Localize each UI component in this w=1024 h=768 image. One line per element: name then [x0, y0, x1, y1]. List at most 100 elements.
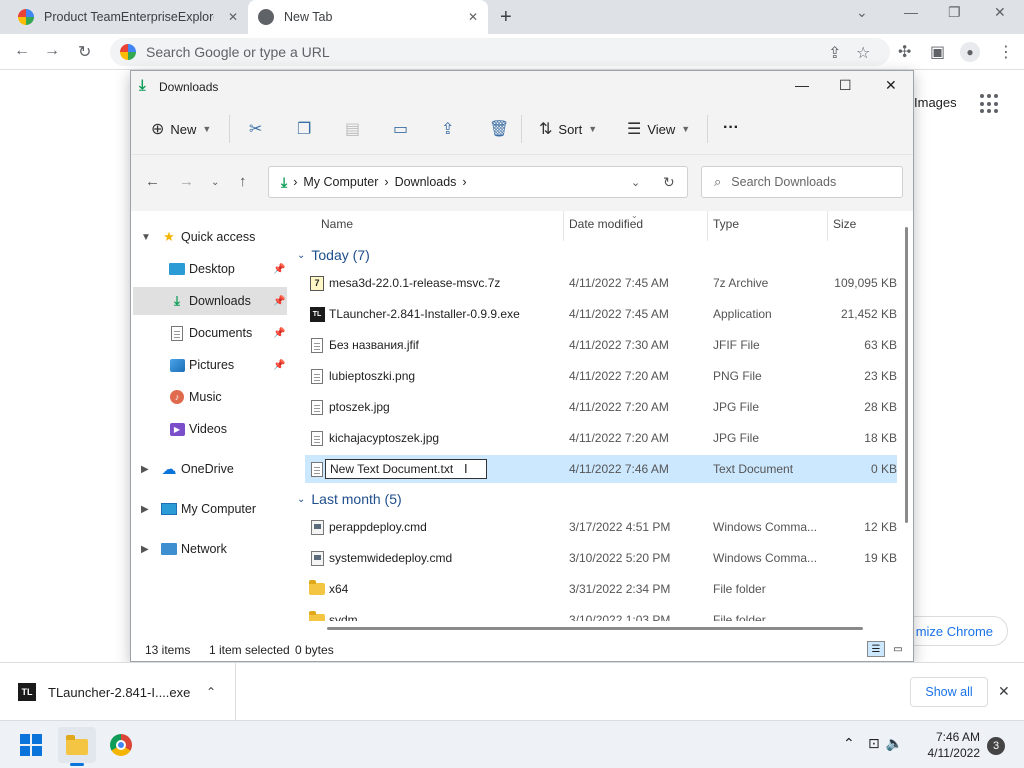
scrollbar-thumb[interactable] [905, 227, 908, 523]
column-divider[interactable] [563, 211, 564, 241]
new-button[interactable]: ⊕ New ▼ [151, 119, 211, 139]
chevron-up-icon[interactable]: ⌃ [843, 735, 855, 752]
delete-button[interactable]: 🗑 [489, 119, 515, 139]
search-input[interactable]: ⌕ Search Downloads [701, 166, 903, 198]
minimize-icon[interactable]: — [904, 4, 918, 20]
extensions-puzzle-icon[interactable]: ✣ [898, 42, 911, 62]
windows-start-icon[interactable] [20, 734, 42, 756]
clock[interactable]: 7:46 AM 4/11/2022 [918, 729, 981, 761]
breadcrumb-separator-icon: › [384, 175, 389, 189]
group-header-last-month[interactable]: ⌄ Last month (5) [297, 491, 402, 507]
file-type: Application [713, 307, 772, 321]
pin-icon[interactable]: 📌 [273, 296, 285, 307]
table-row[interactable]: Без названия.jfif 4/11/2022 7:30 AM JFIF… [305, 331, 897, 359]
sidebar-item-downloads[interactable]: ⤓ Downloads 📌 [133, 287, 287, 315]
more-options-button[interactable]: ··· [723, 119, 739, 137]
horizontal-scrollbar[interactable] [291, 621, 901, 635]
pin-icon[interactable]: 📌 [273, 360, 285, 371]
sidebar-item-my-computer[interactable]: ▶ My Computer [133, 495, 287, 523]
address-bar[interactable]: ⤓ › My Computer › Downloads › ⌄ ↻ [268, 166, 688, 198]
bookmark-star-icon[interactable]: ☆ [856, 43, 870, 63]
cut-button[interactable]: ✂ [249, 119, 268, 139]
chevron-down-icon[interactable]: ⌄ [856, 4, 868, 21]
show-all-button[interactable]: Show all [910, 677, 988, 707]
recent-locations-chevron-icon[interactable]: ⌄ [211, 177, 219, 188]
table-row[interactable]: x64 3/31/2022 2:34 PM File folder [305, 575, 897, 603]
view-button[interactable]: ☰ View ▼ [627, 119, 690, 139]
close-tab-icon[interactable]: ✕ [228, 10, 238, 24]
apps-grid-icon[interactable] [980, 94, 1000, 114]
details-view-icon[interactable]: ☰ [867, 641, 885, 657]
images-link[interactable]: Images [914, 95, 957, 110]
network-icon[interactable]: ⊡ [868, 735, 886, 751]
up-arrow-icon[interactable]: ↑ [239, 173, 247, 190]
group-header-today[interactable]: ⌄ Today (7) [297, 247, 370, 263]
rename-button[interactable]: ▭ [393, 119, 414, 139]
chevron-up-icon[interactable]: ⌃ [206, 685, 216, 699]
address-dropdown-icon[interactable]: ⌄ [631, 176, 640, 189]
menu-dots-icon[interactable]: ⋮ [998, 42, 1014, 62]
sidebar-item-desktop[interactable]: Desktop 📌 [133, 255, 287, 283]
table-row[interactable]: perappdeploy.cmd 3/17/2022 4:51 PM Windo… [305, 513, 897, 541]
column-header-type[interactable]: Type [713, 217, 739, 231]
large-icons-view-icon[interactable]: ▭ [889, 641, 907, 657]
close-tab-icon[interactable]: ✕ [468, 10, 478, 24]
maximize-icon[interactable]: ☐ [839, 77, 852, 94]
download-item[interactable]: TL TLauncher-2.841-I....exe ⌃ [0, 663, 236, 721]
customize-chrome-button[interactable]: mize Chrome [898, 616, 1008, 646]
share-button[interactable]: ⇪ [441, 119, 460, 139]
close-window-icon[interactable]: ✕ [994, 4, 1006, 21]
sidebar-item-quick-access[interactable]: ▼ ★ Quick access [133, 223, 287, 251]
table-row[interactable]: lubieptoszki.png 4/11/2022 7:20 AM PNG F… [305, 362, 897, 390]
table-row[interactable]: 7 mesa3d-22.0.1-release-msvc.7z 4/11/202… [305, 269, 897, 297]
table-row[interactable]: systemwidedeploy.cmd 3/10/2022 5:20 PM W… [305, 544, 897, 572]
new-tab-button[interactable]: + [500, 6, 512, 29]
share-icon[interactable]: ⇪ [828, 43, 841, 63]
notification-badge[interactable]: 3 [987, 737, 1005, 755]
forward-arrow-icon[interactable]: → [44, 42, 60, 60]
sidebar-item-onedrive[interactable]: ▶ ☁ OneDrive [133, 455, 287, 483]
column-header-name[interactable]: Name [321, 217, 353, 231]
copy-button[interactable]: ❐ [297, 119, 317, 139]
sidebar-item-videos[interactable]: ▶ Videos [133, 415, 287, 443]
pin-icon[interactable]: 📌 [273, 328, 285, 339]
minimize-icon[interactable]: — [795, 77, 809, 93]
chrome-icon[interactable] [110, 734, 132, 756]
pin-icon[interactable]: 📌 [273, 264, 285, 275]
sidebar-item-network[interactable]: ▶ Network [133, 535, 287, 563]
sort-button[interactable]: ⇅ Sort ▼ [539, 119, 597, 139]
column-header-date[interactable]: Date modified [569, 217, 643, 231]
back-arrow-icon[interactable]: ← [14, 42, 30, 60]
scrollbar-thumb[interactable] [327, 627, 863, 630]
side-panel-icon[interactable]: ▣ [930, 42, 945, 62]
reload-icon[interactable]: ↻ [78, 42, 91, 62]
sidebar-item-documents[interactable]: Documents 📌 [133, 319, 287, 347]
rename-input[interactable]: New Text Document.txt I [325, 459, 487, 479]
breadcrumb-my-computer[interactable]: My Computer [303, 175, 378, 189]
column-header-size[interactable]: Size [833, 217, 856, 231]
restore-icon[interactable]: ❐ [948, 4, 961, 21]
back-arrow-icon[interactable]: ← [145, 173, 160, 190]
taskbar-file-explorer[interactable] [58, 727, 96, 763]
tab-product-team[interactable]: Product TeamEnterpriseExplore M ✕ [8, 0, 248, 34]
item-count: 13 items [145, 643, 191, 657]
omnibox[interactable]: Search Google or type a URL ⇪ ☆ [110, 38, 890, 66]
vertical-scrollbar[interactable] [902, 211, 912, 621]
sidebar-item-pictures[interactable]: Pictures 📌 [133, 351, 287, 379]
column-divider[interactable] [707, 211, 708, 241]
speaker-icon[interactable]: 🔈 [886, 735, 909, 751]
table-row[interactable]: TL TLauncher-2.841-Installer-0.9.9.exe 4… [305, 300, 897, 328]
breadcrumb-downloads[interactable]: Downloads [395, 175, 457, 189]
table-row[interactable]: kichajacyptoszek.jpg 4/11/2022 7:20 AM J… [305, 424, 897, 452]
sidebar-item-music[interactable]: ♪ Music [133, 383, 287, 411]
table-row[interactable]: ptoszek.jpg 4/11/2022 7:20 AM JPG File 2… [305, 393, 897, 421]
close-window-icon[interactable]: ✕ [885, 77, 897, 94]
forward-arrow-icon[interactable]: → [179, 173, 194, 190]
close-icon[interactable]: ✕ [998, 683, 1010, 700]
tab-new-tab[interactable]: New Tab ✕ [248, 0, 488, 34]
table-row-selected[interactable]: New Text Document.txt I 4/11/2022 7:46 AM… [305, 455, 897, 483]
column-divider[interactable] [827, 211, 828, 241]
refresh-icon[interactable]: ↻ [663, 174, 675, 191]
paste-button[interactable]: ▤ [345, 119, 366, 139]
profile-avatar-icon[interactable]: ● [960, 42, 980, 62]
